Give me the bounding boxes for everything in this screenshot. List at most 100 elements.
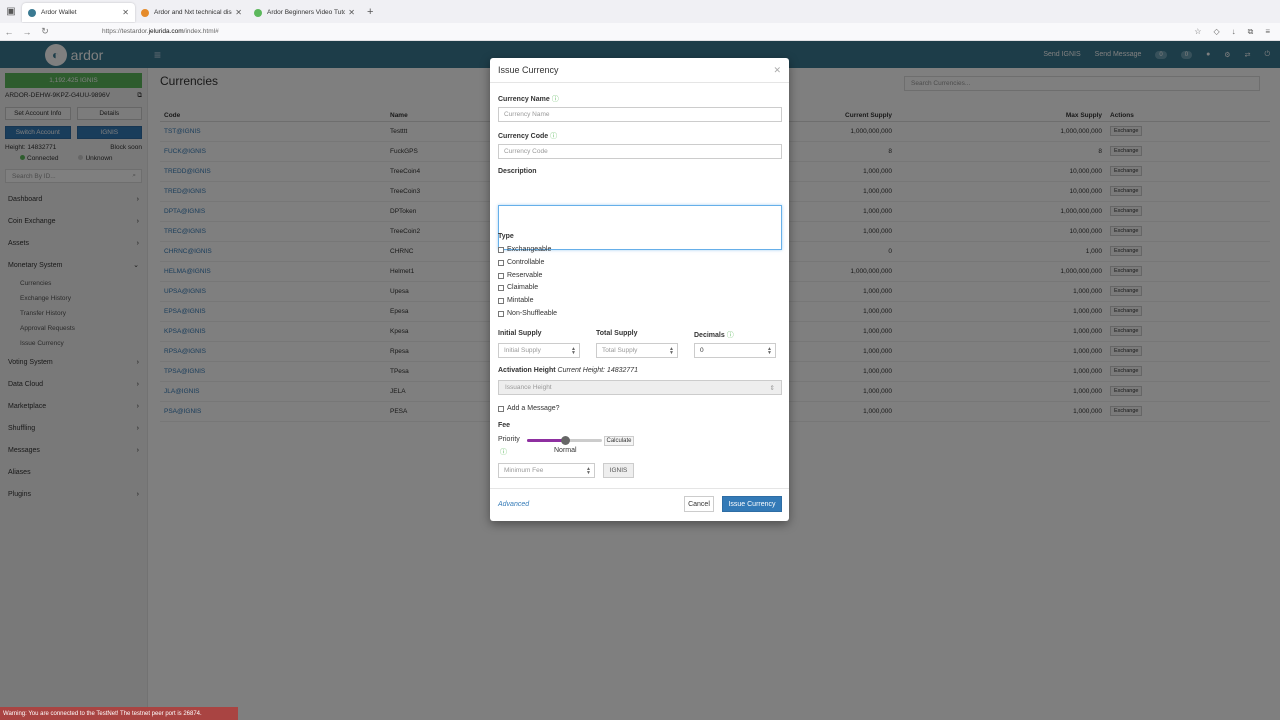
reload-icon[interactable]: ↻	[36, 26, 54, 37]
priority-slider[interactable]	[527, 436, 602, 445]
priority-value: Normal	[554, 447, 577, 454]
currency-name-label: Currency Name ⓘ	[498, 94, 559, 104]
label-text: Currency Code	[498, 133, 549, 140]
checkbox-label: Non-Shuffleable	[507, 310, 558, 317]
checkbox-icon	[498, 297, 504, 304]
description-textarea[interactable]	[498, 205, 782, 250]
currency-name-input[interactable]: Currency Name	[498, 107, 782, 122]
checkbox-icon	[498, 272, 504, 279]
browser-tab-2[interactable]: Ardor Beginners Video Tutorials ✕	[248, 3, 361, 22]
close-icon[interactable]: ✕	[773, 65, 781, 76]
fee-unit-addon: IGNIS	[603, 463, 634, 478]
currency-code-label: Currency Code ⓘ	[498, 131, 557, 141]
address-field[interactable]: https://testardor.jelurida.com/index.htm…	[102, 28, 1194, 35]
minimum-fee-input[interactable]: Minimum Fee ▲ ▼	[498, 463, 595, 478]
url-bar: ← → ↻ https://testardor.jelurida.com/ind…	[0, 23, 1280, 41]
placeholder: Issuance Height	[505, 384, 552, 391]
close-tab-icon[interactable]: ✕	[348, 8, 355, 17]
placeholder: Minimum Fee	[504, 467, 544, 474]
add-message-checkbox[interactable]: Add a Message?	[498, 405, 560, 412]
decimals-input[interactable]: 0 ▲ ▼	[694, 343, 776, 358]
placeholder: Initial Supply	[504, 347, 541, 354]
type-mintable-checkbox[interactable]: Mintable	[498, 297, 533, 304]
initial-supply-label: Initial Supply	[498, 330, 542, 337]
total-supply-label: Total Supply	[596, 330, 638, 337]
label-text: Decimals	[694, 332, 725, 339]
checkbox-icon	[498, 310, 504, 317]
cancel-button[interactable]: Cancel	[684, 496, 714, 512]
help-icon[interactable]: ⓘ	[500, 447, 507, 457]
ardor-favicon-icon	[28, 8, 36, 17]
download-icon[interactable]: ↓	[1232, 27, 1236, 37]
issue-currency-modal: Issue Currency ✕ Currency Name ⓘ Currenc…	[490, 58, 789, 521]
browser-tab-1[interactable]: Ardor and Nxt technical discus ✕	[135, 3, 248, 22]
calculate-button[interactable]: Calculate	[604, 436, 634, 446]
initial-supply-input[interactable]: Initial Supply ▲ ▼	[498, 343, 580, 358]
extensions-icon[interactable]: ⧉	[1248, 27, 1254, 37]
new-tab-icon[interactable]: +	[367, 6, 373, 18]
checkbox-label: Mintable	[507, 297, 534, 304]
help-icon[interactable]: ⓘ	[727, 332, 734, 339]
checkbox-icon	[498, 284, 504, 291]
menu-icon[interactable]: ≡	[1265, 27, 1270, 37]
spinner-icon[interactable]: ▲ ▼	[767, 346, 772, 355]
checkbox-label: Claimable	[507, 284, 539, 291]
type-exchangeable-checkbox[interactable]: Exchangeable	[498, 246, 551, 253]
tab-title: Ardor Beginners Video Tutorials	[267, 9, 346, 16]
description-label: Description	[498, 168, 537, 175]
forward-icon[interactable]: →	[18, 27, 36, 37]
spinner-icon[interactable]: ▲ ▼	[669, 346, 674, 355]
checkbox-icon	[498, 405, 504, 412]
decimals-label: Decimals ⓘ	[694, 330, 734, 340]
value: 0	[700, 347, 704, 354]
type-non-shuffleable-checkbox[interactable]: Non-Shuffleable	[498, 310, 557, 317]
type-reservable-checkbox[interactable]: Reservable	[498, 272, 542, 279]
tab-title: Ardor and Nxt technical discus	[154, 9, 232, 16]
checkbox-label: Exchangeable	[507, 246, 552, 253]
priority-label: Priority	[498, 436, 520, 443]
type-claimable-checkbox[interactable]: Claimable	[498, 284, 538, 291]
checkbox-icon	[498, 259, 504, 266]
current-height: Current Height: 14832771	[557, 367, 639, 374]
url-prefix: https://testardor.	[102, 28, 149, 35]
sidebar-toggle-icon[interactable]: ▣	[0, 0, 22, 23]
tab-title: Ardor Wallet	[41, 9, 77, 16]
forum-favicon-icon	[141, 8, 149, 17]
url-domain: jelurida.com	[148, 28, 184, 35]
spinner-icon[interactable]: ▲ ▼	[586, 466, 591, 475]
checkbox-label: Add a Message?	[507, 405, 560, 412]
type-label: Type	[498, 233, 514, 240]
advanced-link[interactable]: Advanced	[498, 501, 529, 508]
browser-tab-bar: ▣ Ardor Wallet ✕ Ardor and Nxt technical…	[0, 0, 1280, 23]
help-icon[interactable]: ⓘ	[550, 133, 557, 140]
pocket-icon[interactable]: ◇	[1213, 27, 1219, 37]
issuance-height-input[interactable]: Issuance Height ⇕	[498, 380, 782, 395]
close-tab-icon[interactable]: ✕	[235, 8, 242, 17]
activation-height-label: Activation Height Current Height: 148327…	[498, 367, 638, 374]
checkbox-icon	[498, 246, 504, 253]
slider-fill	[527, 439, 565, 442]
video-favicon-icon	[254, 8, 262, 17]
checkbox-label: Reservable	[507, 272, 543, 279]
label-text: Currency Name	[498, 96, 550, 103]
browser-tab-0[interactable]: Ardor Wallet ✕	[22, 3, 135, 22]
bookmark-star-icon[interactable]: ☆	[1194, 27, 1201, 37]
spinner-icon[interactable]: ▲ ▼	[571, 346, 576, 355]
fee-label: Fee	[498, 422, 511, 429]
label-text: Activation Height	[498, 367, 556, 374]
total-supply-input[interactable]: Total Supply ▲ ▼	[596, 343, 678, 358]
url-suffix: /index.html#	[183, 28, 219, 35]
checkbox-label: Controllable	[507, 259, 545, 266]
close-tab-icon[interactable]: ✕	[122, 8, 129, 17]
spinner-icon: ⇕	[769, 384, 775, 392]
slider-thumb[interactable]	[560, 436, 570, 445]
testnet-warning: Warning: You are connected to the TestNe…	[0, 707, 238, 720]
placeholder: Total Supply	[602, 347, 638, 354]
issue-currency-button[interactable]: Issue Currency	[722, 496, 782, 512]
currency-code-input[interactable]: Currency Code	[498, 144, 782, 159]
help-icon[interactable]: ⓘ	[552, 96, 559, 103]
modal-footer: Advanced Cancel Issue Currency	[490, 488, 789, 521]
back-icon[interactable]: ←	[0, 27, 18, 37]
type-controllable-checkbox[interactable]: Controllable	[498, 259, 544, 266]
modal-title: Issue Currency	[498, 65, 559, 75]
